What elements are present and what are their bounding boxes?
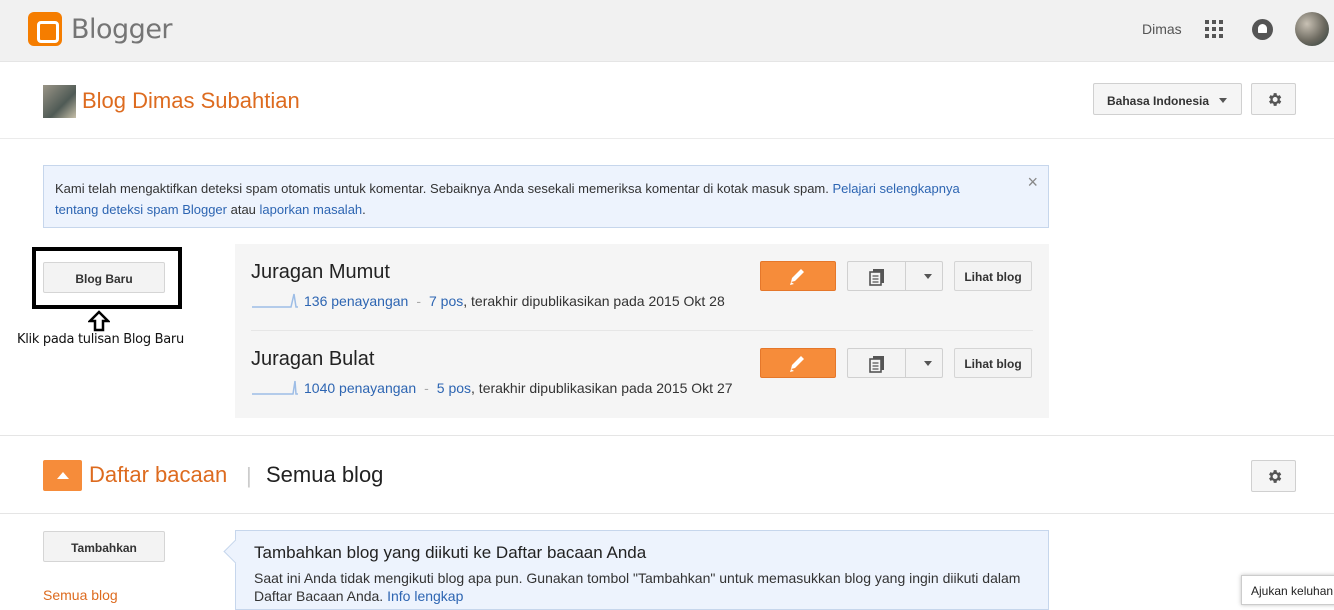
- pencil-icon: [790, 269, 804, 285]
- view-blog-button[interactable]: Lihat blog: [954, 348, 1032, 378]
- chevron-down-icon: [1219, 98, 1227, 103]
- views-link[interactable]: 1040 penayangan: [304, 380, 416, 396]
- add-blog-button[interactable]: Tambahkan: [43, 531, 165, 562]
- avatar[interactable]: [1295, 12, 1329, 46]
- posts-menu-button[interactable]: [847, 261, 943, 291]
- feedback-button[interactable]: Ajukan keluhan: [1241, 575, 1334, 605]
- pencil-icon: [790, 356, 804, 372]
- top-bar: Blogger Dimas: [0, 0, 1334, 62]
- notice-text: Kami telah mengaktifkan deteksi spam oto…: [55, 181, 833, 196]
- document-icon: [869, 269, 884, 286]
- notifications-icon[interactable]: [1252, 19, 1273, 40]
- reading-list-subtitle: Semua blog: [266, 462, 384, 487]
- blog-settings-button[interactable]: [1251, 83, 1296, 115]
- document-icon: [869, 356, 884, 373]
- new-post-button[interactable]: [760, 261, 836, 291]
- sparkline-icon: [252, 380, 298, 395]
- annotation-text: Klik pada tulisan Blog Baru: [17, 332, 184, 347]
- user-name[interactable]: Dimas: [1142, 21, 1182, 37]
- notice-end: .: [362, 202, 366, 217]
- gear-icon: [1269, 93, 1282, 106]
- blog-meta: 1040 penayangan -5 pos, terakhir dipublik…: [251, 378, 733, 396]
- arrow-up-icon: [88, 310, 110, 332]
- spam-notice: Kami telah mengaktifkan deteksi spam oto…: [43, 165, 1049, 228]
- gear-icon: [1269, 470, 1282, 483]
- title-separator: |: [246, 463, 252, 488]
- section-divider: [0, 435, 1334, 436]
- report-problem-link[interactable]: laporkan masalah: [260, 202, 363, 217]
- blog-title[interactable]: Blog Dimas Subahtian: [82, 88, 300, 114]
- language-label: Bahasa Indonesia: [1107, 94, 1210, 108]
- notice-or: atau: [227, 202, 260, 217]
- blog-meta: 136 penayangan -7 pos, terakhir dipublika…: [251, 291, 725, 309]
- reading-list-settings-button[interactable]: [1251, 460, 1296, 492]
- chevron-down-icon[interactable]: [924, 274, 932, 279]
- published-text: , terakhir dipublikasikan pada 2015 Okt …: [463, 293, 725, 309]
- app-name: Blogger: [71, 13, 173, 45]
- sparkline-icon: [252, 293, 298, 308]
- views-link[interactable]: 136 penayangan: [304, 293, 408, 309]
- new-post-button[interactable]: [760, 348, 836, 378]
- info-heading: Tambahkan blog yang diikuti ke Daftar ba…: [254, 543, 647, 562]
- collapse-icon[interactable]: [43, 460, 82, 491]
- blogger-logo-icon: [28, 12, 62, 46]
- reading-list-title: Daftar bacaan: [89, 462, 228, 487]
- blog-header: Blog Dimas Subahtian Bahasa Indonesia: [0, 62, 1334, 139]
- blog-list: Juragan Mumut 136 penayangan -7 pos, tera…: [235, 244, 1049, 418]
- all-blogs-link[interactable]: Semua blog: [43, 587, 118, 603]
- blogger-logo[interactable]: Blogger: [28, 12, 173, 46]
- info-text: Saat ini Anda tidak mengikuti blog apa p…: [254, 570, 1021, 604]
- apps-grid-icon[interactable]: [1205, 20, 1223, 38]
- view-blog-button[interactable]: Lihat blog: [954, 261, 1032, 291]
- info-text-block: Saat ini Anda tidak mengikuti blog apa p…: [254, 569, 1030, 605]
- language-select[interactable]: Bahasa Indonesia: [1093, 83, 1242, 115]
- blog-avatar: [43, 85, 76, 118]
- published-text: , terakhir dipublikasikan pada 2015 Okt …: [471, 380, 733, 396]
- posts-link[interactable]: 5 pos: [437, 380, 471, 396]
- section-divider: [0, 513, 1334, 514]
- posts-menu-button[interactable]: [847, 348, 943, 378]
- posts-link[interactable]: 7 pos: [429, 293, 463, 309]
- new-blog-button[interactable]: Blog Baru: [43, 262, 165, 293]
- close-icon[interactable]: ×: [1027, 172, 1038, 193]
- reading-list-info: Tambahkan blog yang diikuti ke Daftar ba…: [235, 530, 1049, 610]
- row-divider: [251, 330, 1033, 331]
- chevron-down-icon[interactable]: [924, 361, 932, 366]
